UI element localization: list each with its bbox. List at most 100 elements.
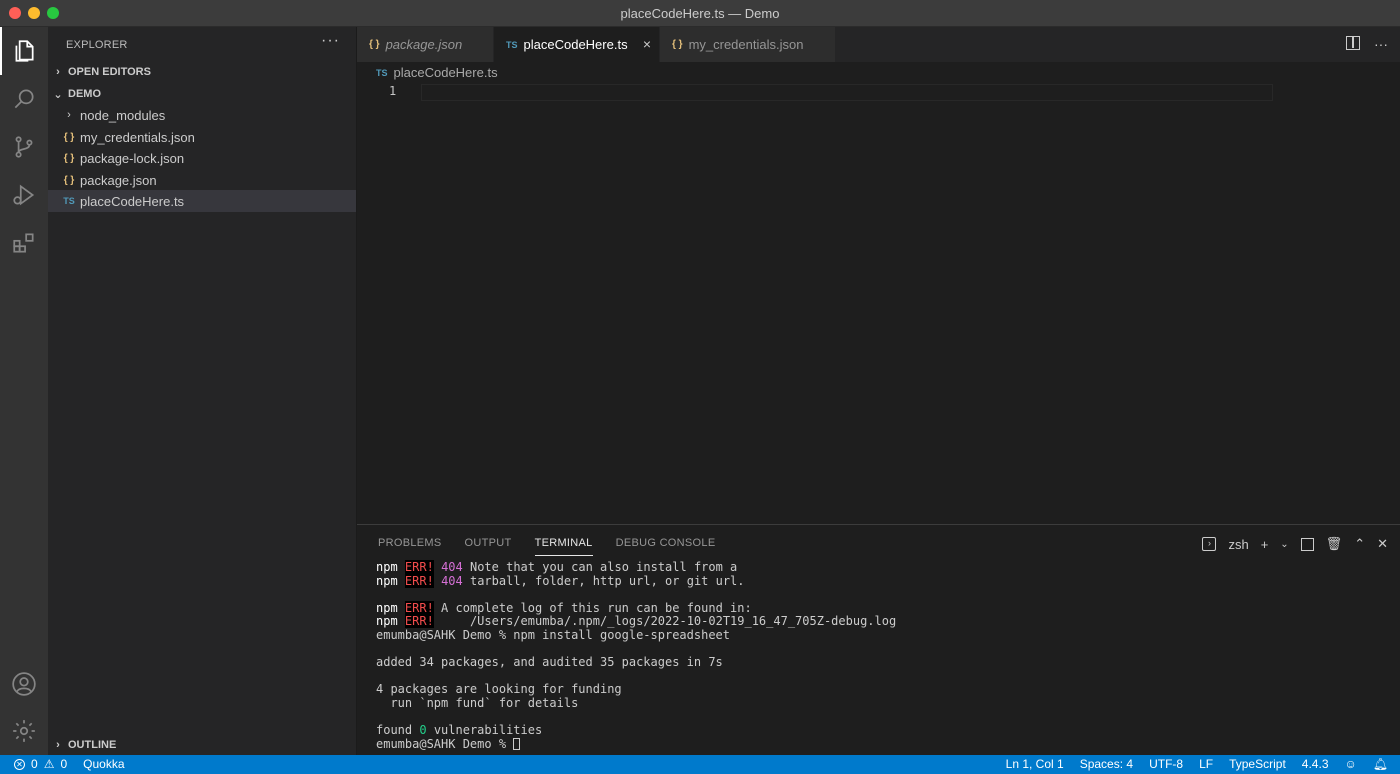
line-number: 1	[389, 84, 397, 98]
terminal-text: ERR!	[404, 600, 434, 615]
chevron-right-icon: ›	[56, 66, 60, 78]
terminal-text: npm	[376, 614, 398, 629]
account-icon[interactable]	[0, 660, 48, 708]
terminal-text: /Users/emumba/.npm/_logs/2022-10-02T19_1…	[433, 614, 897, 629]
terminal-text: 404	[441, 573, 463, 588]
code-editor[interactable]: 1	[357, 84, 1400, 524]
tab-package-json[interactable]: { } package.json	[357, 27, 494, 62]
typescript-file-icon: TS	[376, 67, 388, 78]
extensions-icon[interactable]	[0, 219, 48, 267]
quokka-status[interactable]: Quokka	[83, 757, 124, 771]
terminal-text: ERR!	[404, 573, 434, 588]
title-bar: placeCodeHere.ts — Demo	[0, 0, 1400, 27]
json-file-icon: { }	[63, 174, 75, 186]
open-editors-section[interactable]: › OPEN EDITORS	[48, 61, 357, 83]
chevron-down-icon[interactable]: ⌄	[1280, 539, 1288, 550]
source-control-icon[interactable]	[0, 123, 48, 171]
warning-icon[interactable]: ⚠	[44, 757, 55, 771]
error-icon[interactable]: ✕	[14, 758, 25, 770]
terminal-text: ERR!	[404, 560, 434, 574]
trash-icon[interactable]: 🗑	[1326, 536, 1343, 552]
indentation[interactable]: Spaces: 4	[1080, 757, 1133, 771]
new-terminal-icon[interactable]: +	[1261, 537, 1269, 552]
terminal-text: npm	[376, 573, 398, 588]
tab-output[interactable]: OUTPUT	[465, 537, 512, 556]
tree-item-label: node_modules	[80, 107, 166, 123]
tab-debug-console[interactable]: DEBUG CONSOLE	[616, 537, 716, 556]
open-editors-label: OPEN EDITORS	[68, 66, 151, 78]
outline-label: OUTLINE	[68, 739, 117, 751]
tab-problems[interactable]: PROBLEMS	[378, 537, 442, 556]
tree-item-package-lock[interactable]: { } package-lock.json	[48, 147, 356, 169]
explorer-header: EXPLORER	[66, 39, 128, 51]
tree-item-place-code-here[interactable]: TS placeCodeHere.ts	[48, 190, 356, 212]
terminal-text: 4 packages are looking for funding	[376, 682, 622, 697]
explorer-icon[interactable]	[0, 27, 48, 75]
error-count[interactable]: 0	[31, 757, 38, 771]
tab-terminal[interactable]: TERMINAL	[534, 537, 593, 556]
terminal-text: Note that you can also install from a	[462, 560, 738, 574]
manage-gear-icon[interactable]	[0, 707, 48, 755]
tab-my-credentials[interactable]: { } my_credentials.json	[660, 27, 836, 62]
more-actions-icon[interactable]: ···	[321, 32, 340, 50]
breadcrumb[interactable]: TS placeCodeHere.ts	[376, 65, 498, 80]
json-file-icon: { }	[63, 131, 75, 143]
tree-item-my-credentials[interactable]: { } my_credentials.json	[48, 126, 356, 148]
current-line-highlight	[421, 84, 1273, 101]
chevron-down-icon: ⌄	[53, 88, 63, 101]
terminal-output[interactable]: npm ERR! 404 Note that you can also inst…	[376, 560, 897, 751]
end-of-line[interactable]: LF	[1199, 757, 1213, 771]
status-bar: ✕ 0 ⚠ 0 Quokka Ln 1, Col 1 Spaces: 4 UTF…	[0, 755, 1400, 774]
editor-actions: ···	[1346, 36, 1388, 52]
cursor-position[interactable]: Ln 1, Col 1	[1006, 757, 1064, 771]
more-actions-icon[interactable]: ···	[1374, 36, 1388, 52]
status-left: ✕ 0 ⚠ 0 Quokka	[14, 757, 125, 771]
terminal-text: 404	[441, 560, 463, 574]
terminal-text: found	[376, 723, 420, 738]
close-tab-icon[interactable]: ×	[643, 36, 651, 52]
json-file-icon: { }	[369, 39, 380, 50]
bottom-panel: PROBLEMS OUTPUT TERMINAL DEBUG CONSOLE ›…	[357, 524, 1400, 755]
terminal-text: npm	[376, 600, 398, 615]
split-editor-icon[interactable]	[1346, 36, 1360, 50]
warning-count[interactable]: 0	[60, 757, 67, 771]
tab-place-code-here[interactable]: TS placeCodeHere.ts ×	[494, 27, 660, 62]
explorer-sidebar: EXPLORER ··· › OPEN EDITORS ⌄ DEMO › nod…	[48, 27, 357, 755]
typescript-version[interactable]: 4.4.3	[1302, 757, 1329, 771]
feedback-icon[interactable]: ☺	[1345, 757, 1357, 771]
language-mode[interactable]: TypeScript	[1229, 757, 1286, 771]
tree-item-node-modules[interactable]: › node_modules	[48, 104, 356, 126]
notifications-bell-icon[interactable]: 🔔︎	[1373, 757, 1388, 771]
tree-item-label: package.json	[80, 172, 157, 188]
tree-item-label: placeCodeHere.ts	[80, 193, 185, 209]
terminal-icon: ›	[1202, 537, 1217, 551]
tab-label: placeCodeHere.ts	[523, 37, 628, 52]
demo-folder-section[interactable]: ⌄ DEMO	[48, 83, 357, 105]
terminal-cursor	[513, 737, 521, 750]
terminal-text: run `npm fund` for details	[376, 695, 579, 710]
encoding[interactable]: UTF-8	[1149, 757, 1183, 771]
json-file-icon: { }	[63, 152, 75, 164]
outline-section[interactable]: › OUTLINE	[48, 734, 357, 756]
chevron-right-icon: ›	[56, 739, 60, 751]
run-and-debug-icon[interactable]	[0, 171, 48, 219]
split-terminal-icon[interactable]	[1300, 537, 1314, 551]
search-icon[interactable]	[0, 75, 48, 123]
close-panel-icon[interactable]: ✕	[1377, 536, 1388, 552]
tab-label: package.json	[385, 37, 463, 52]
window-title: placeCodeHere.ts — Demo	[620, 6, 780, 21]
breadcrumb-file[interactable]: placeCodeHere.ts	[394, 65, 498, 80]
panel-tabs: PROBLEMS OUTPUT TERMINAL DEBUG CONSOLE	[378, 537, 715, 556]
panel-actions: › zsh + ⌄ 🗑 ⌃ ✕	[1202, 536, 1388, 552]
terminal-text: vulnerabilities	[426, 723, 543, 738]
maximize-panel-icon[interactable]: ⌃	[1354, 536, 1365, 552]
terminal-text: tarball, folder, http url, or git url.	[462, 573, 745, 588]
activity-bar	[0, 27, 48, 755]
terminal-text: 0	[419, 723, 427, 738]
json-file-icon: { }	[672, 39, 683, 50]
terminal-text: added 34 packages, and audited 35 packag…	[376, 655, 723, 670]
shell-name[interactable]: zsh	[1228, 537, 1248, 552]
terminal-prompt: emumba@SAHK Demo %	[376, 736, 514, 751]
tree-item-package-json[interactable]: { } package.json	[48, 169, 356, 191]
chevron-right-icon: ›	[67, 109, 71, 121]
